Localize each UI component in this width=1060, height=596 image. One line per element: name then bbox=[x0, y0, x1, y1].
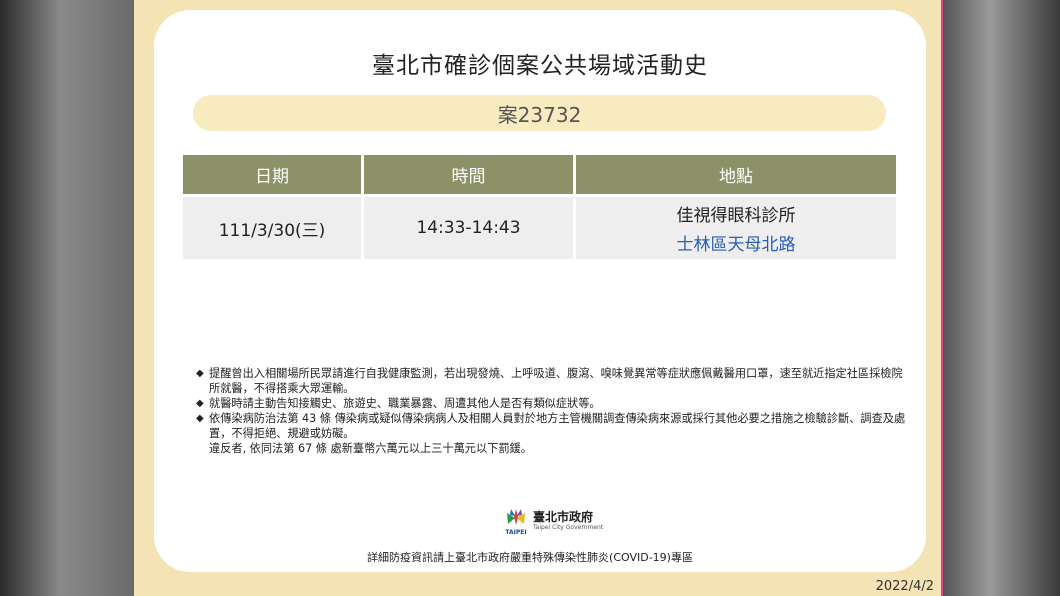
diamond-bullet-icon: ◆ bbox=[196, 398, 204, 409]
note-item: ◆ 提醒曾出入相關場所民眾請進行自我健康監測，若出現發燒、上呼吸道、腹瀉、嗅味覺… bbox=[196, 366, 911, 396]
header-date: 日期 bbox=[183, 155, 361, 194]
logo-name-en: Taipei City Government bbox=[533, 524, 604, 531]
taipei-logo: TAIPEI 臺北市政府 Taipei City Government bbox=[503, 506, 603, 536]
case-number-badge: 案23732 bbox=[193, 95, 886, 131]
taipei-emblem-icon: TAIPEI bbox=[503, 507, 529, 536]
activity-table: 日期 時間 地點 111/3/30(三) 14:33-14:43 佳視得眼科診所… bbox=[180, 155, 899, 259]
logo-mark-text: TAIPEI bbox=[505, 528, 527, 536]
background-left-blur bbox=[0, 0, 134, 596]
table-header-row: 日期 時間 地點 bbox=[183, 155, 896, 194]
table-row: 111/3/30(三) 14:33-14:43 佳視得眼科診所 士林區天母北路 bbox=[183, 194, 896, 259]
page-title: 臺北市確診個案公共場域活動史 bbox=[372, 53, 708, 79]
cell-time: 14:33-14:43 bbox=[364, 194, 573, 259]
location-area: 士林區天母北路 bbox=[676, 235, 796, 255]
background-right-blur bbox=[943, 0, 1060, 596]
diamond-bullet-icon: ◆ bbox=[196, 413, 204, 424]
cell-date: 111/3/30(三) bbox=[183, 194, 361, 259]
note-text: 依傳染病防治法第 43 條 傳染病或疑似傳染病病人及相關人員對於地方主管機關調查… bbox=[209, 412, 906, 440]
note-item: ◆ 就醫時請主動告知接觸史、旅遊史、職業暴露、周遭其他人是否有類似症狀等。 bbox=[196, 396, 911, 411]
frame-edge bbox=[941, 0, 943, 596]
note-item: ◆ 依傳染病防治法第 43 條 傳染病或疑似傳染病病人及相關人員對於地方主管機關… bbox=[196, 411, 911, 441]
logo-name-zh: 臺北市政府 bbox=[533, 510, 594, 524]
note-text: 就醫時請主動告知接觸史、旅遊史、職業暴露、周遭其他人是否有類似症狀等。 bbox=[209, 397, 601, 410]
cell-location: 佳視得眼科診所 士林區天母北路 bbox=[576, 194, 896, 259]
note-text: 提醒曾出入相關場所民眾請進行自我健康監測，若出現發燒、上呼吸道、腹瀉、嗅味覺異常… bbox=[209, 367, 903, 395]
location-name: 佳視得眼科診所 bbox=[676, 206, 796, 226]
header-location: 地點 bbox=[576, 155, 896, 194]
diamond-bullet-icon: ◆ bbox=[196, 368, 204, 379]
note-penalty: 違反者, 依同法第 67 條 處新臺幣六萬元以上三十萬元以下罰鍰。 bbox=[209, 442, 532, 455]
footer-info: 詳細防疫資訊請上臺北市政府嚴重特殊傳染性肺炎(COVID-19)專區 bbox=[367, 551, 693, 564]
date-stamp: 2022/4/2 bbox=[875, 579, 934, 594]
notes-section: ◆ 提醒曾出入相關場所民眾請進行自我健康監測，若出現發燒、上呼吸道、腹瀉、嗅味覺… bbox=[196, 366, 911, 456]
header-time: 時間 bbox=[364, 155, 573, 194]
